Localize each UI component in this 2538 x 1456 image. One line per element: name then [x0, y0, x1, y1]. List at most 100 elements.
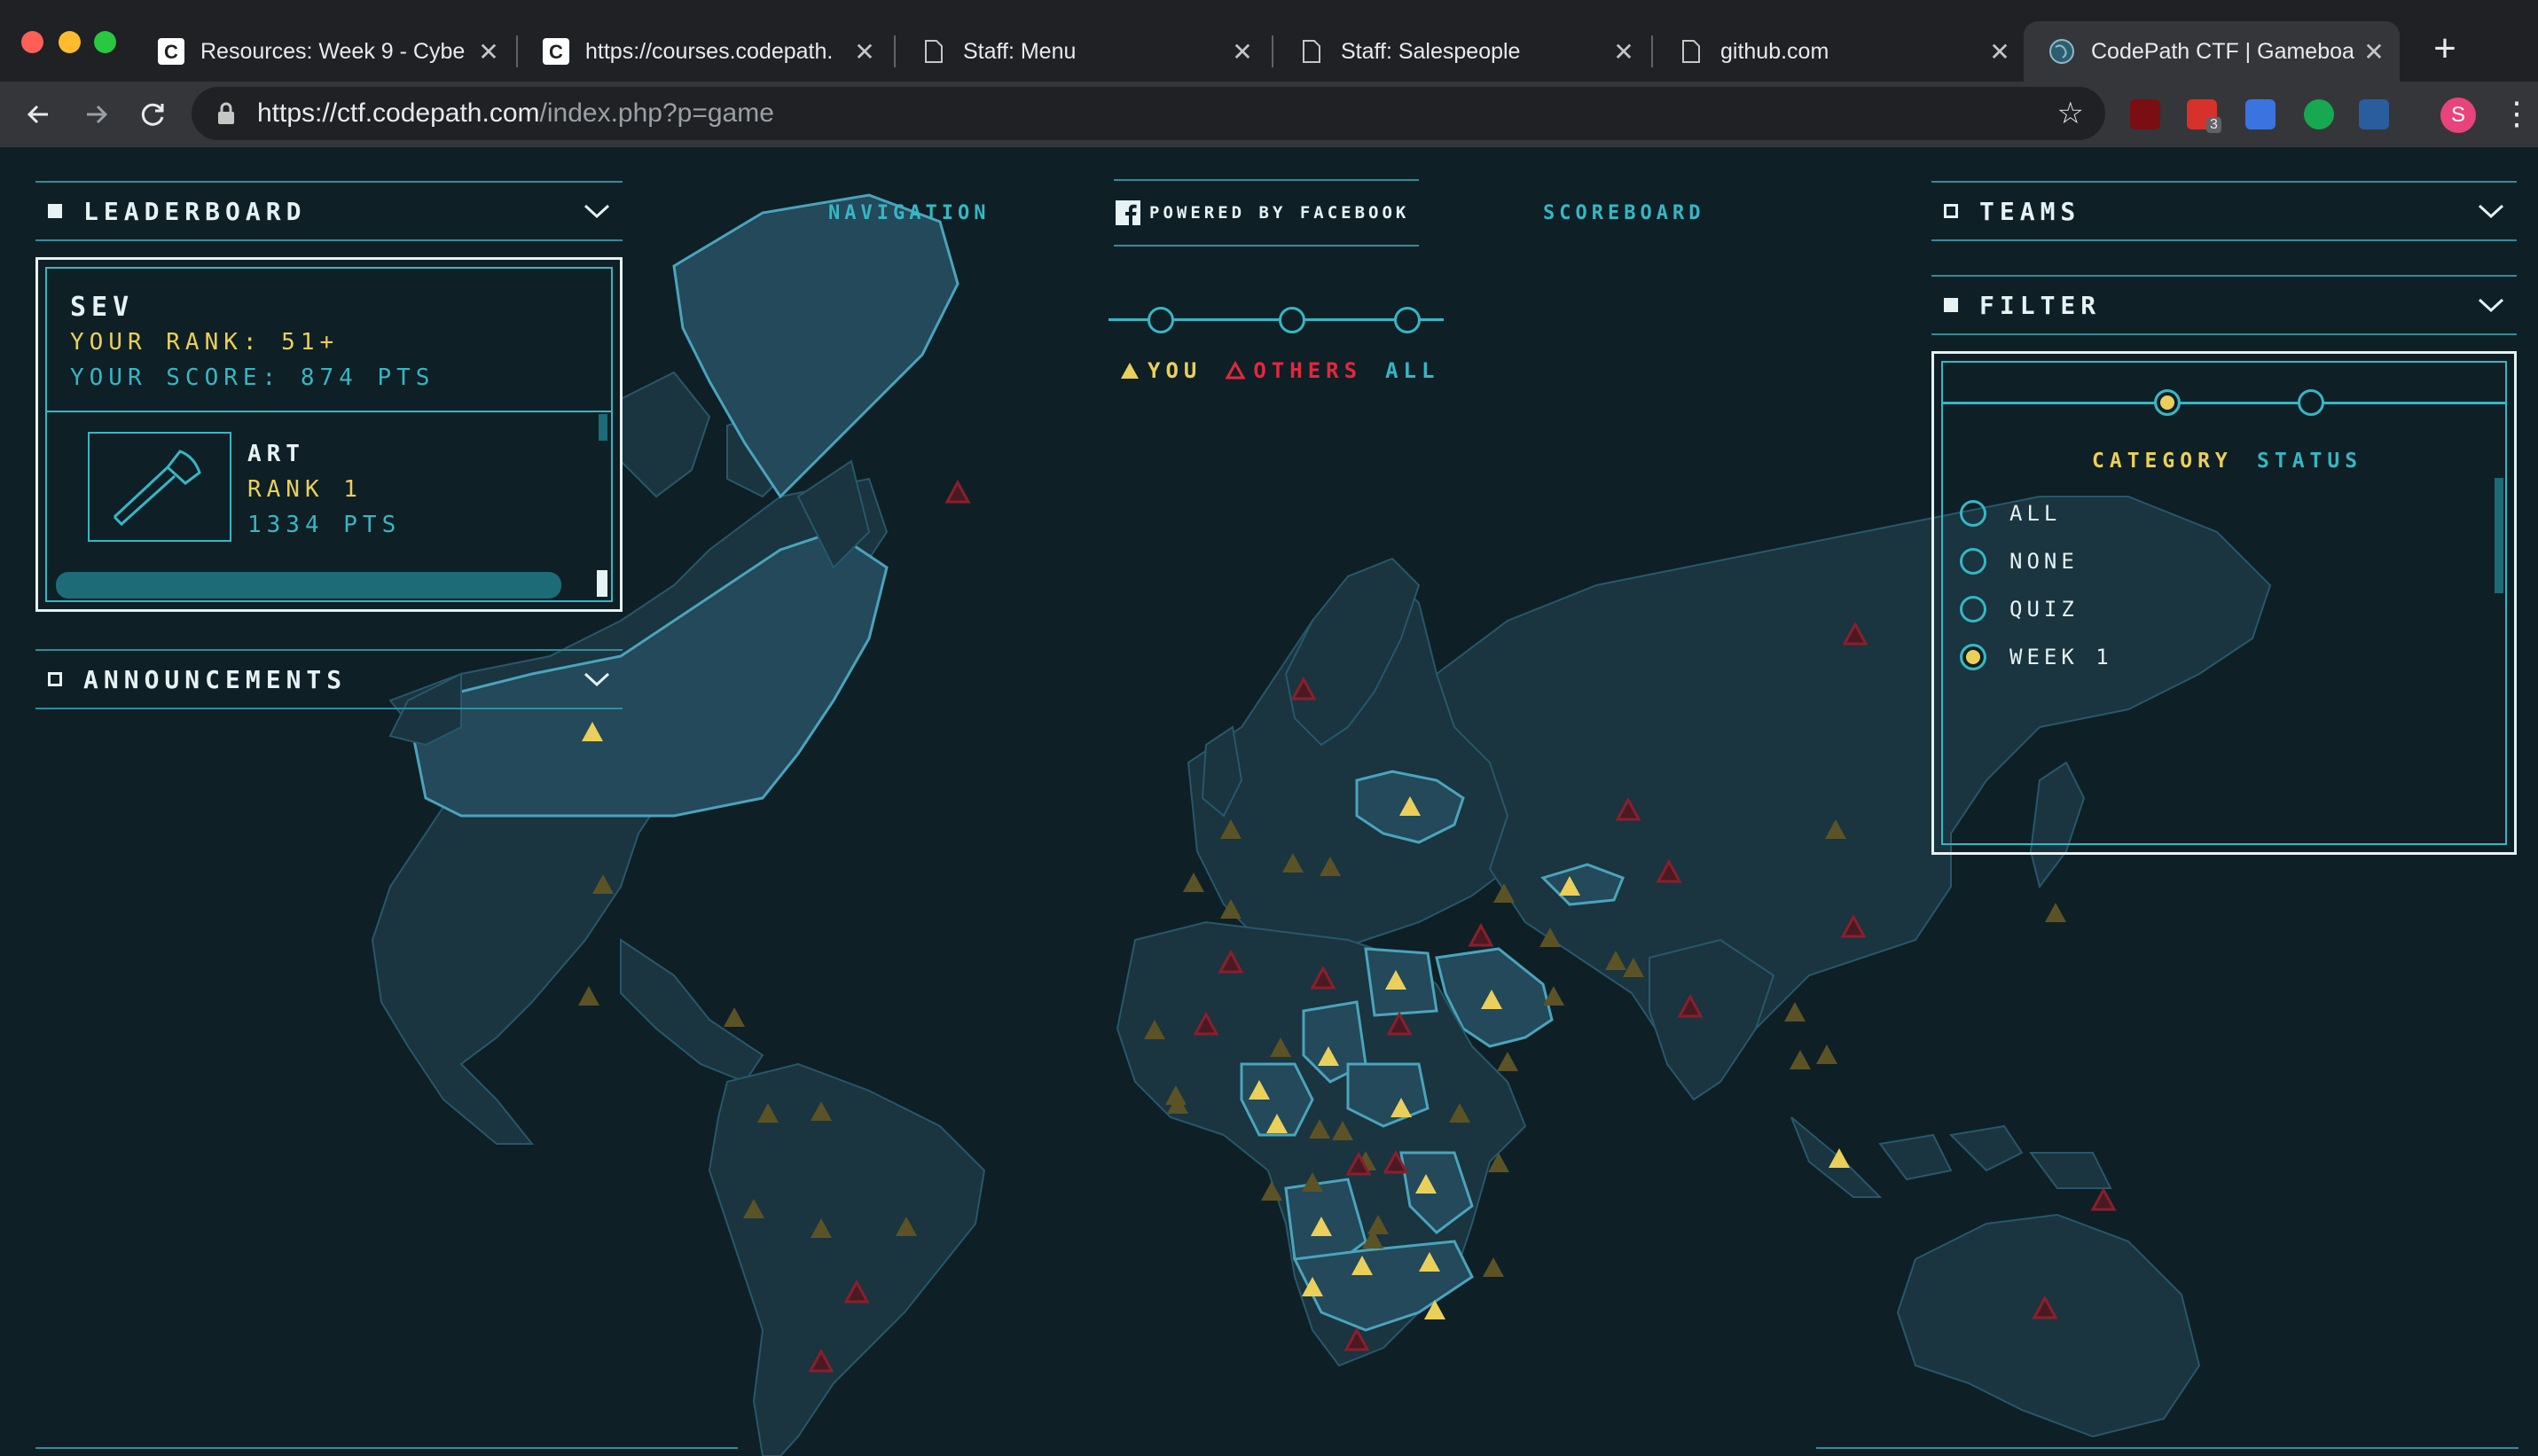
legend-others[interactable]: OTHERS: [1253, 358, 1362, 383]
level-marker-others[interactable]: [843, 1279, 870, 1303]
level-marker-locked[interactable]: [1367, 1215, 1389, 1234]
new-tab-button[interactable]: +: [2423, 27, 2467, 71]
level-marker-locked[interactable]: [1302, 1172, 1323, 1192]
horizontal-scrollbar[interactable]: [56, 572, 561, 599]
level-marker-locked[interactable]: [1543, 986, 1564, 1006]
forward-button[interactable]: [73, 90, 121, 138]
level-marker-others[interactable]: [1656, 858, 1682, 883]
radio-button[interactable]: [1960, 548, 1986, 575]
level-marker-locked[interactable]: [1483, 1257, 1504, 1277]
level-marker-locked[interactable]: [1270, 1037, 1291, 1057]
tab-staff-menu[interactable]: Staff: Menu ✕: [896, 21, 1268, 82]
level-marker-others[interactable]: [2090, 1186, 2117, 1211]
nav-scoreboard[interactable]: SCOREBOARD: [1543, 202, 1704, 224]
close-tab-icon[interactable]: ✕: [1229, 37, 1256, 67]
tab-category-dot[interactable]: [2154, 389, 2181, 416]
level-marker-you[interactable]: [1266, 1114, 1288, 1133]
tab-resources[interactable]: C Resources: Week 9 - Cybe ✕: [133, 21, 514, 82]
reload-button[interactable]: [129, 90, 177, 138]
level-marker-locked[interactable]: [2045, 903, 2066, 922]
level-marker-others[interactable]: [1840, 913, 1867, 938]
tab-status-dot[interactable]: [2298, 389, 2324, 416]
maximize-window-button[interactable]: [94, 31, 116, 53]
level-marker-locked[interactable]: [578, 986, 599, 1006]
level-marker-you[interactable]: [1829, 1148, 1850, 1168]
address-bar[interactable]: https://ctf.codepath.com/index.php?p=gam…: [192, 87, 2105, 140]
radio-button-selected[interactable]: [1960, 644, 1986, 670]
level-marker-locked[interactable]: [1623, 958, 1644, 977]
level-marker-others[interactable]: [1386, 1011, 1413, 1036]
chevron-down-icon[interactable]: [2476, 196, 2506, 226]
level-marker-locked[interactable]: [1449, 1103, 1470, 1123]
nav-navigation[interactable]: NAVIGATION: [828, 202, 990, 224]
level-marker-you[interactable]: [1302, 1277, 1323, 1296]
level-marker-locked[interactable]: [1261, 1181, 1282, 1201]
level-marker-locked[interactable]: [1784, 1002, 1806, 1022]
teams-header[interactable]: TEAMS: [1931, 181, 2517, 241]
level-marker-you[interactable]: [1390, 1098, 1412, 1117]
chevron-down-icon[interactable]: [582, 196, 612, 226]
level-marker-locked[interactable]: [1825, 819, 1846, 839]
slider-stop-others[interactable]: [1279, 307, 1305, 333]
level-marker-you[interactable]: [1385, 970, 1406, 990]
legend-you[interactable]: YOU: [1148, 358, 1202, 383]
minimize-window-button[interactable]: [59, 31, 81, 53]
announcements-header[interactable]: ANNOUNCEMENTS: [35, 649, 623, 709]
filter-option-quiz[interactable]: QUIZ: [1960, 596, 2079, 622]
tab-category[interactable]: CATEGORY: [2092, 450, 2233, 473]
legend-all[interactable]: ALL: [1385, 358, 1439, 383]
level-marker-locked[interactable]: [757, 1103, 779, 1123]
radio-button[interactable]: [1960, 596, 1986, 622]
menu-kebab-icon[interactable]: ⋮: [2501, 92, 2533, 135]
level-marker-locked[interactable]: [1539, 928, 1561, 947]
level-marker-locked[interactable]: [1493, 883, 1515, 903]
level-marker-locked[interactable]: [743, 1199, 764, 1218]
level-marker-you[interactable]: [582, 722, 603, 741]
tab-codepath-ctf[interactable]: CodePath CTF | Gameboa ✕: [2024, 21, 2400, 82]
level-marker-you[interactable]: [1559, 876, 1580, 896]
level-marker-locked[interactable]: [1605, 951, 1626, 970]
close-tab-icon[interactable]: ✕: [1986, 37, 2013, 67]
tab-status[interactable]: STATUS: [2257, 450, 2362, 473]
level-marker-locked[interactable]: [1220, 899, 1242, 919]
level-marker-locked[interactable]: [1144, 1020, 1165, 1039]
level-marker-locked[interactable]: [1309, 1119, 1330, 1139]
vertical-scrollbar[interactable]: [599, 414, 607, 441]
filter-option-week-1[interactable]: WEEK 1: [1960, 644, 2113, 670]
level-marker-you[interactable]: [1415, 1174, 1437, 1194]
close-tab-icon[interactable]: ✕: [1610, 37, 1637, 67]
close-tab-icon[interactable]: ✕: [475, 37, 502, 67]
chevron-down-icon[interactable]: [582, 664, 612, 694]
ublock-extension-icon[interactable]: [2130, 99, 2160, 129]
level-marker-others[interactable]: [1290, 676, 1317, 701]
level-marker-you[interactable]: [1399, 796, 1421, 816]
level-marker-locked[interactable]: [1320, 857, 1341, 876]
level-marker-others[interactable]: [944, 479, 971, 504]
profile-avatar[interactable]: S: [2440, 98, 2476, 133]
level-marker-locked[interactable]: [1497, 1052, 1518, 1071]
level-marker-you[interactable]: [1249, 1080, 1270, 1100]
filter-header[interactable]: FILTER: [1931, 275, 2517, 335]
level-marker-others[interactable]: [1218, 949, 1244, 974]
level-marker-others[interactable]: [1468, 922, 1494, 947]
level-marker-you[interactable]: [1311, 1217, 1332, 1236]
level-marker-locked[interactable]: [592, 874, 614, 894]
level-marker-locked[interactable]: [896, 1217, 917, 1236]
bookmark-star-icon[interactable]: ☆: [2057, 98, 2084, 129]
slider-stop-you[interactable]: [1148, 307, 1174, 333]
level-marker-locked[interactable]: [1183, 873, 1204, 892]
level-marker-others[interactable]: [1343, 1327, 1370, 1351]
level-marker-locked[interactable]: [811, 1218, 832, 1238]
leaderboard-header[interactable]: LEADERBOARD: [35, 181, 623, 241]
filter-scrollbar[interactable]: [2495, 478, 2503, 593]
level-marker-you[interactable]: [1318, 1046, 1339, 1066]
level-marker-locked[interactable]: [1282, 853, 1304, 873]
chevron-down-icon[interactable]: [2476, 290, 2506, 320]
filter-option-none[interactable]: NONE: [1960, 548, 2079, 575]
tab-staff-salespeople[interactable]: Staff: Salespeople ✕: [1273, 21, 1649, 82]
close-window-button[interactable]: [21, 31, 43, 53]
level-marker-you[interactable]: [1351, 1256, 1373, 1275]
level-marker-locked[interactable]: [1790, 1050, 1811, 1069]
level-marker-locked[interactable]: [1332, 1121, 1353, 1140]
radio-button[interactable]: [1960, 500, 1986, 527]
